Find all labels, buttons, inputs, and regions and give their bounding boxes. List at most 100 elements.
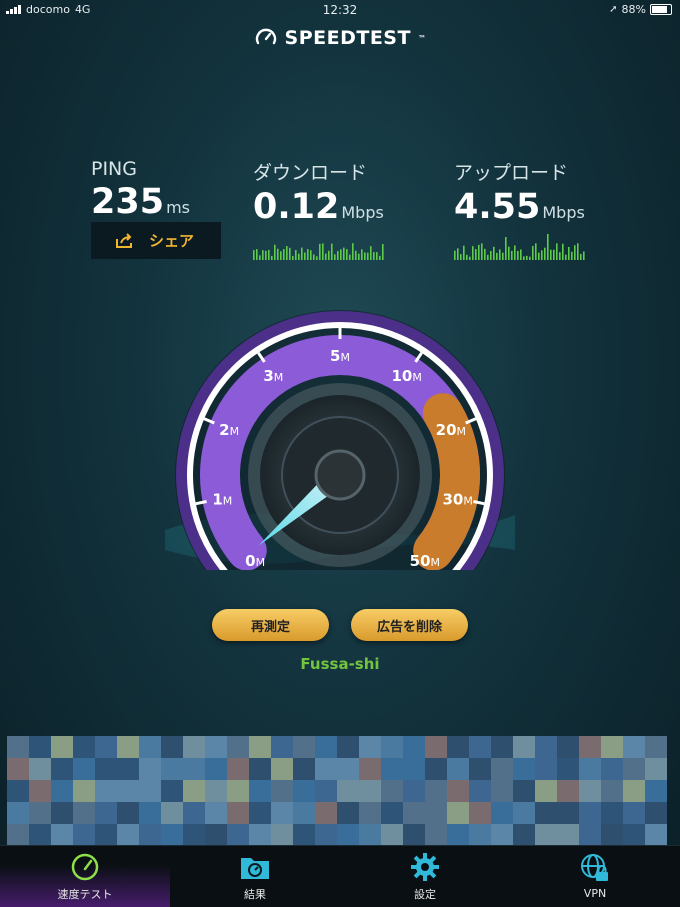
ad-pixel-block <box>161 736 183 758</box>
ad-pixel-block <box>491 824 513 846</box>
ad-pixel-block <box>51 824 73 846</box>
app-title: SPEEDTEST <box>284 27 411 49</box>
sparkline-bar <box>343 247 345 260</box>
sparkline-bar <box>547 233 549 260</box>
ad-pixel-block <box>161 780 183 802</box>
sparkline-bar <box>301 247 303 260</box>
upload-unit: Mbps <box>542 203 585 222</box>
ad-pixel-block <box>249 802 271 824</box>
ad-pixel-block <box>29 824 51 846</box>
sparkline-bar <box>337 251 339 260</box>
ad-pixel-block <box>579 824 601 846</box>
upload-sparkline <box>454 233 585 260</box>
ad-pixel-block <box>359 758 381 780</box>
needle-hub <box>314 449 366 501</box>
remove-ads-button[interactable]: 広告を削除 <box>351 609 468 641</box>
ad-pixel-block <box>227 824 249 846</box>
tab-speed-test[interactable]: 速度テスト <box>0 846 170 907</box>
ad-pixel-block <box>337 802 359 824</box>
ad-pixel-block <box>161 802 183 824</box>
ad-pixel-block <box>623 802 645 824</box>
ad-pixel-block <box>491 736 513 758</box>
ad-pixel-block <box>425 736 447 758</box>
sparkline-bar <box>484 248 486 260</box>
speedometer-icon <box>71 853 99 880</box>
ad-pixel-block <box>51 736 73 758</box>
tab-settings[interactable]: 設定 <box>340 846 510 907</box>
share-icon <box>116 232 132 248</box>
ping-unit: ms <box>166 198 190 217</box>
sparkline-bar <box>508 246 510 260</box>
ad-pixel-block <box>249 780 271 802</box>
status-right: ➚ 88% <box>609 3 672 16</box>
ad-pixel-block <box>7 736 29 758</box>
ad-pixel-block <box>293 824 315 846</box>
sparkline-bar <box>310 250 312 260</box>
ad-pixel-block <box>73 802 95 824</box>
sparkline-bar <box>319 243 321 260</box>
sparkline-bar <box>475 249 477 260</box>
ad-pixel-block <box>117 824 139 846</box>
ad-pixel-block <box>7 802 29 824</box>
ad-pixel-block <box>447 736 469 758</box>
sparkline-bar <box>286 246 288 260</box>
ad-pixel-block <box>623 736 645 758</box>
ad-pixel-block <box>491 780 513 802</box>
sparkline-bar <box>493 246 495 260</box>
sparkline-bar <box>553 249 555 260</box>
ad-pixel-block <box>117 780 139 802</box>
ad-pixel-block <box>139 736 161 758</box>
sparkline-bar <box>466 254 468 260</box>
sparkline-bar <box>502 252 504 260</box>
download-sparkline <box>253 243 384 260</box>
ad-pixel-block <box>557 824 579 846</box>
ad-pixel-block <box>249 824 271 846</box>
ad-pixel-block <box>139 824 161 846</box>
ad-pixel-block <box>359 824 381 846</box>
sparkline-bar <box>340 249 342 260</box>
sparkline-bar <box>577 243 579 260</box>
ad-pixel-block <box>623 758 645 780</box>
ad-pixel-block <box>293 758 315 780</box>
ad-pixel-block <box>403 802 425 824</box>
share-label: シェア <box>149 232 195 250</box>
sparkline-bar <box>265 250 267 260</box>
ad-banner[interactable] <box>7 736 667 846</box>
download-result: ダウンロード 0.12 Mbps <box>253 158 384 227</box>
ad-pixel-block <box>645 780 667 802</box>
sparkline-bar <box>529 256 531 260</box>
status-bar: docomo 4G 12:32 ➚ 88% <box>0 0 680 20</box>
ad-pixel-block <box>29 780 51 802</box>
ad-pixel-block <box>73 780 95 802</box>
tab-results[interactable]: 結果 <box>170 846 340 907</box>
ad-pixel-block <box>403 736 425 758</box>
gauge-tick <box>195 500 207 506</box>
ad-pixel-block <box>51 802 73 824</box>
ad-pixel-block <box>535 802 557 824</box>
ad-pixel-block <box>469 758 491 780</box>
results-folder-icon <box>241 857 269 879</box>
ad-pixel-block <box>7 758 29 780</box>
ad-pixel-block <box>271 758 293 780</box>
sparkline-bar <box>454 250 456 260</box>
ad-pixel-block <box>381 758 403 780</box>
tab-label: VPN <box>583 887 607 900</box>
ad-pixel-block <box>337 736 359 758</box>
share-button[interactable]: シェア <box>91 222 221 259</box>
retest-button[interactable]: 再測定 <box>212 609 329 641</box>
sparkline-bar <box>373 252 375 260</box>
sparkline-bar <box>487 254 489 260</box>
ad-pixel-block <box>227 736 249 758</box>
sparkline-bar <box>562 243 564 260</box>
sparkline-bar <box>307 249 309 260</box>
ad-pixel-block <box>535 780 557 802</box>
tab-vpn[interactable]: VPN <box>510 846 680 907</box>
sparkline-bar <box>376 252 378 260</box>
ad-pixel-block <box>469 780 491 802</box>
sparkline-bar <box>520 249 522 260</box>
sparkline-bar <box>304 252 306 260</box>
sparkline-bar <box>574 245 576 260</box>
ad-pixel-block <box>645 736 667 758</box>
app-logo: SPEEDTEST ™ <box>0 26 680 50</box>
ad-pixel-block <box>337 758 359 780</box>
